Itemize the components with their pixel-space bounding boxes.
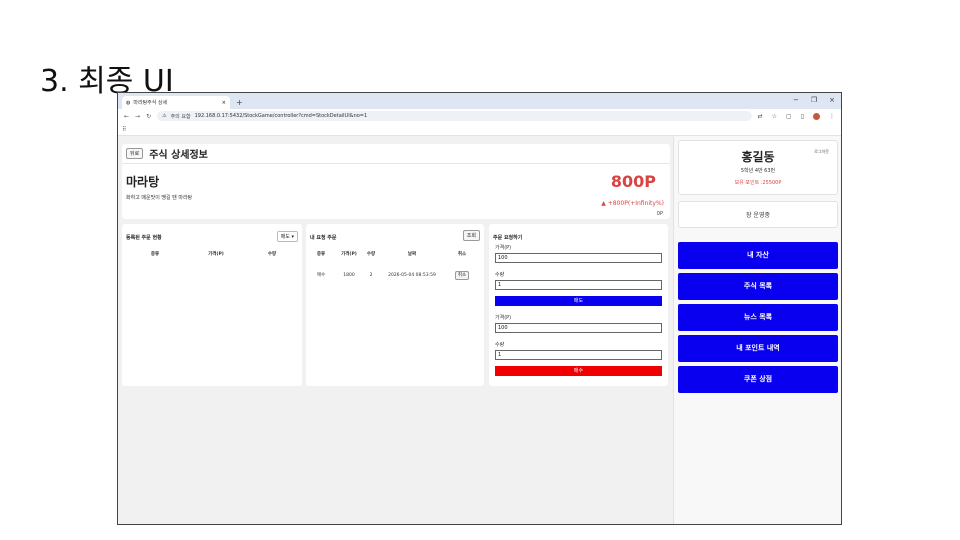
url-text: 192.168.0.17:5432/StockGame/controller?c… <box>194 113 368 119</box>
sell-qty-label: 수량 <box>495 272 505 278</box>
detail-header: 뒤로 주식 상세정보 <box>122 144 670 164</box>
warning-icon: ⚠ <box>162 113 167 119</box>
url-field[interactable]: ⚠ 주의 요함 192.168.0.17:5432/StockGame/cont… <box>157 111 752 121</box>
col-header: 수량 <box>267 252 277 257</box>
user-class: 5학년 4반 63번 <box>740 168 776 174</box>
col-header: 취소 <box>457 252 467 257</box>
buy-qty-input[interactable]: 1 <box>495 350 662 360</box>
stock-sub-value: 0P <box>656 211 663 217</box>
page-title: 주식 상세정보 <box>149 150 208 161</box>
cell-type: 매수 <box>316 273 326 278</box>
market-status: 장 운영중 <box>678 201 838 228</box>
maximize-icon[interactable]: ❐ <box>811 96 817 104</box>
col-header: 가격(P) <box>208 252 224 257</box>
buy-price-label: 가격(P) <box>495 315 512 321</box>
back-icon[interactable]: ← <box>124 113 129 120</box>
tab-bar: ◍ 마라탕주식 상세 × + − ❐ × <box>118 93 841 109</box>
browser-window: ◍ 마라탕주식 상세 × + − ❐ × ← → ↻ ⚠ 주의 요함 192.1… <box>117 92 842 525</box>
col-header: 수량 <box>366 252 376 257</box>
logout-button[interactable]: 로그아웃 <box>814 149 829 155</box>
user-card: 홍길동 로그아웃 5학년 4반 63번 보유 포인트 :25500P <box>678 140 838 195</box>
menu-icon[interactable]: ⋮ <box>829 113 835 120</box>
browser-tab[interactable]: ◍ 마라탕주식 상세 × <box>122 96 230 109</box>
toolbar-icons: ⇄ ☆ ▢ ▯ ⋮ <box>758 112 835 120</box>
nav-news-list-button[interactable]: 뉴스 목록 <box>678 304 838 331</box>
new-tab-button[interactable]: + <box>236 98 243 107</box>
stock-detail-card: 뒤로 주식 상세정보 마라탕 화하고 매운맛이 땡길 땐 마라탕 800P ▲ … <box>122 144 670 219</box>
tab-close-icon[interactable]: × <box>222 100 226 106</box>
nav-stock-list-button[interactable]: 주식 목록 <box>678 273 838 300</box>
stock-description: 화하고 매운맛이 땡길 땐 마라탕 <box>126 195 193 201</box>
col-header: 종류 <box>150 252 160 257</box>
my-orders-panel: 내 요청 주문 조회 종류 가격(P) 수량 날짜 취소 매수 1800 2 2… <box>306 224 484 386</box>
nav-point-history-button[interactable]: 내 포인트 내역 <box>678 335 838 362</box>
translate-icon[interactable]: ⇄ <box>758 113 763 120</box>
sell-price-label: 가격(P) <box>495 245 512 251</box>
col-header: 종류 <box>316 252 326 257</box>
cancel-order-button[interactable]: 취소 <box>454 271 470 280</box>
close-window-icon[interactable]: × <box>829 96 835 104</box>
sidebar: 홍길동 로그아웃 5학년 4반 63번 보유 포인트 :25500P 장 운영중… <box>673 136 841 524</box>
registered-orders-panel: 등록된 주문 현황 매도 ▾ 종류 가격(P) 수량 <box>122 224 302 386</box>
page-viewport: 뒤로 주식 상세정보 마라탕 화하고 매운맛이 땡길 땐 마라탕 800P ▲ … <box>118 136 841 524</box>
buy-button[interactable]: 매수 <box>495 366 662 376</box>
cell-date: 2026-05-04 08:53:59 <box>388 272 436 278</box>
reload-icon[interactable]: ↻ <box>146 113 151 120</box>
stock-change: ▲ +800P(+Infinity%) <box>601 200 664 207</box>
globe-icon: ◍ <box>126 99 131 106</box>
buy-qty-label: 수량 <box>495 342 505 348</box>
order-form-panel: 주문 요청하기 가격(P) 100 수량 1 매도 가격(P) 100 수량 1… <box>489 224 668 386</box>
table-header: 종류 가격(P) 수량 <box>122 251 302 257</box>
main-content: 뒤로 주식 상세정보 마라탕 화하고 매운맛이 땡길 땐 마라탕 800P ▲ … <box>118 136 673 524</box>
address-bar-row: ← → ↻ ⚠ 주의 요함 192.168.0.17:5432/StockGam… <box>118 109 841 123</box>
col-header: 날짜 <box>407 252 417 257</box>
sell-qty-input[interactable]: 1 <box>495 280 662 290</box>
minimize-icon[interactable]: − <box>793 96 799 104</box>
nav-my-assets-button[interactable]: 내 자산 <box>678 242 838 269</box>
table-header: 종류 가격(P) 수량 날짜 취소 <box>306 251 484 257</box>
forward-icon[interactable]: → <box>135 113 140 120</box>
panel-title: 주문 요청하기 <box>493 235 523 241</box>
back-button[interactable]: 뒤로 <box>126 148 144 159</box>
col-header: 가격(P) <box>341 252 357 257</box>
profile-avatar[interactable] <box>813 112 820 120</box>
stock-name: 마라탕 <box>126 175 160 189</box>
panel-title: 등록된 주문 현황 <box>126 235 162 241</box>
star-icon[interactable]: ☆ <box>772 113 777 120</box>
extension-icon[interactable]: ▢ <box>786 113 792 120</box>
cell-cancel: 취소 <box>444 271 480 280</box>
cell-price: 1800 <box>343 272 355 278</box>
sidepanel-icon[interactable]: ▯ <box>801 113 804 120</box>
panel-title: 내 요청 주문 <box>310 235 337 241</box>
cell-qty: 2 <box>369 272 373 278</box>
security-warning-label: 주의 요함 <box>170 113 191 120</box>
sell-button[interactable]: 매도 <box>495 296 662 306</box>
bookmark-bar: ⠿ <box>118 123 841 136</box>
order-type-select[interactable]: 매도 ▾ <box>276 231 298 242</box>
tab-title: 마라탕주식 상세 <box>133 100 168 106</box>
window-controls: − ❐ × <box>793 96 835 104</box>
buy-price-input[interactable]: 100 <box>495 323 662 333</box>
stock-price: 800P <box>610 172 656 191</box>
sell-price-input[interactable]: 100 <box>495 253 662 263</box>
nav-coupon-shop-button[interactable]: 쿠폰 상점 <box>678 366 838 393</box>
user-points: 보유 포인트 :25500P <box>734 180 782 186</box>
query-button[interactable]: 조회 <box>462 230 480 241</box>
apps-icon[interactable]: ⠿ <box>122 126 126 133</box>
table-row: 매수 1800 2 2026-05-04 08:53:59 취소 <box>306 271 484 280</box>
